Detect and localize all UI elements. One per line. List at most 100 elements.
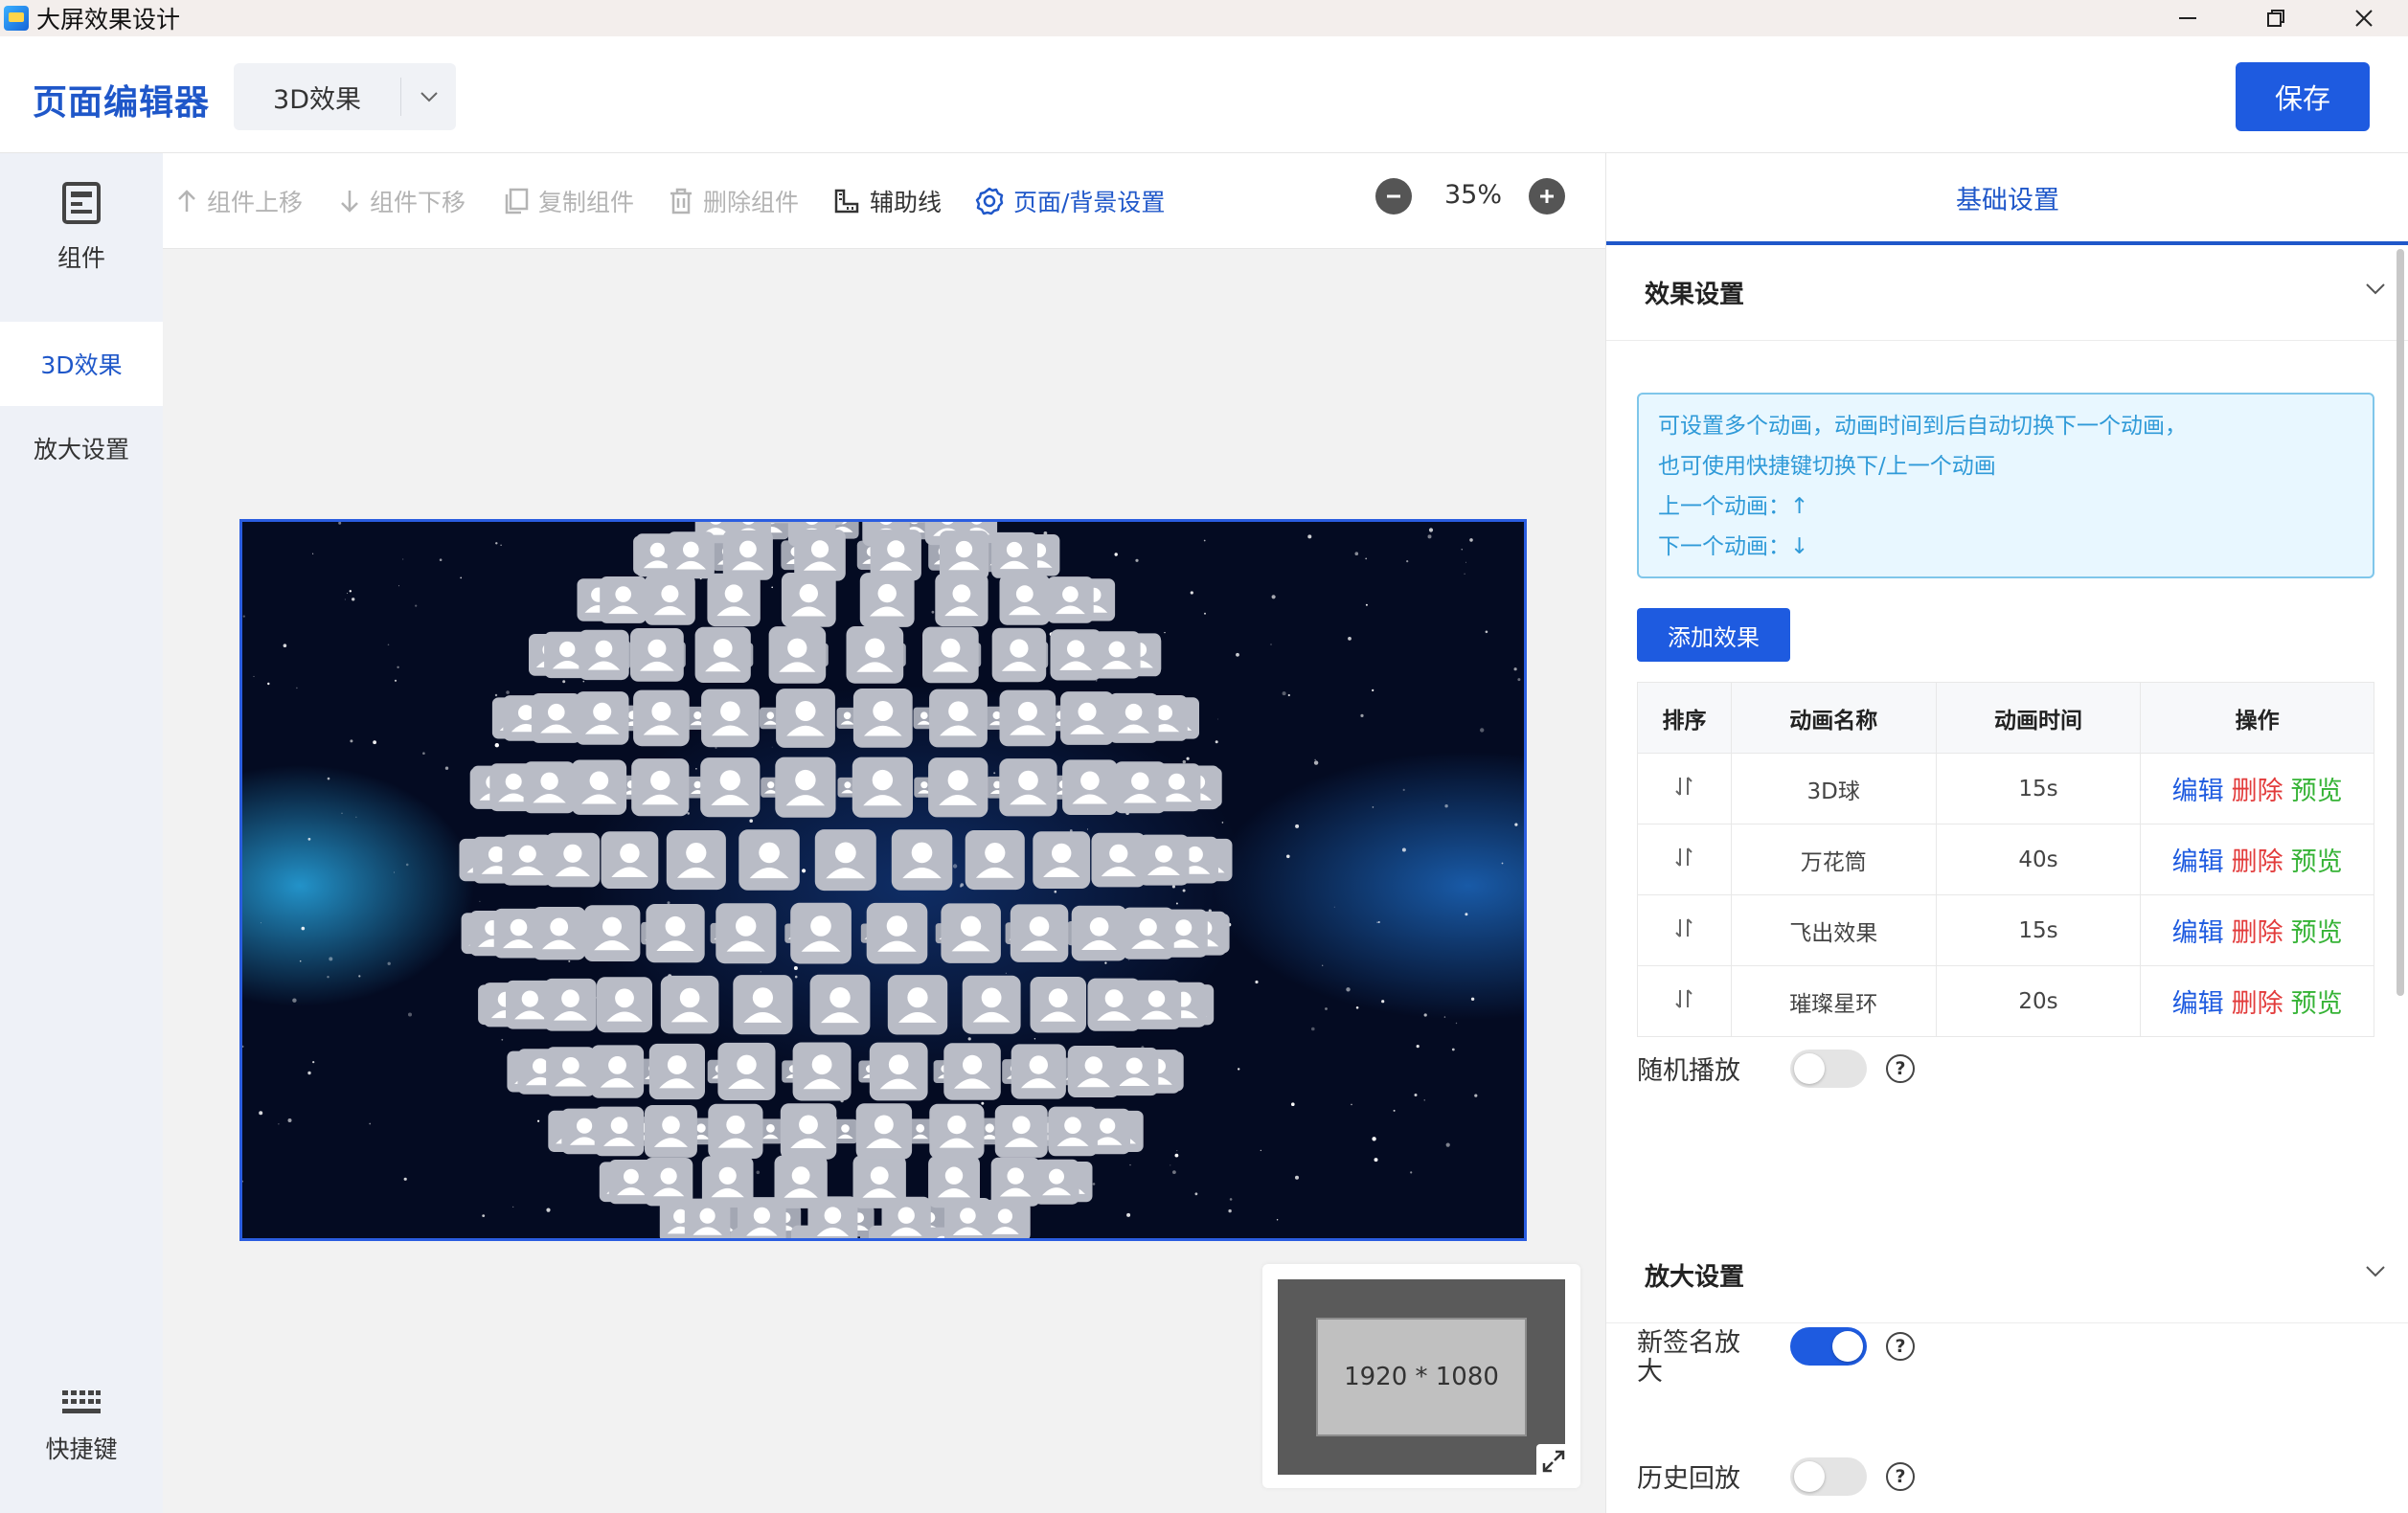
minimize-icon[interactable] [2144, 0, 2232, 36]
avatar-tile [775, 756, 836, 818]
preview-link[interactable]: 预览 [2291, 918, 2343, 948]
minimap[interactable]: 1920 * 1080 [1262, 1264, 1580, 1488]
edit-link[interactable]: 编辑 [2172, 847, 2224, 877]
avatar-tile [869, 1042, 928, 1101]
sort-handle-icon[interactable] [1637, 753, 1732, 824]
history-replay-toggle[interactable] [1790, 1457, 1867, 1496]
delete-link[interactable]: 删除 [2232, 918, 2283, 948]
avatar-tile [590, 1045, 645, 1098]
save-button[interactable]: 保存 [2236, 62, 2370, 131]
tab-basic-settings[interactable]: 基础设置 [1606, 153, 2408, 245]
move-up-label: 组件上移 [207, 189, 304, 216]
guides-button[interactable]: 辅助线 [833, 182, 942, 220]
effect-name: 飞出效果 [1730, 894, 1937, 966]
avatar-tile [790, 902, 852, 964]
edit-link[interactable]: 编辑 [2172, 777, 2224, 806]
random-play-toggle[interactable] [1790, 1050, 1867, 1088]
move-up-button[interactable]: 组件上移 [176, 182, 303, 220]
chevron-down-icon[interactable] [2365, 1264, 2386, 1282]
effect-select-value: 3D效果 [273, 84, 361, 115]
avatar-tile [965, 830, 1025, 891]
add-effect-button[interactable]: 添加效果 [1637, 608, 1790, 662]
effect-select[interactable]: 3D效果 [234, 63, 456, 130]
avatar-tile [633, 689, 690, 747]
preview-link[interactable]: 预览 [2291, 989, 2343, 1019]
app-icon [4, 6, 29, 31]
delete-button[interactable]: 删除组件 [669, 182, 799, 220]
sidebar-item-components[interactable]: 组件 [0, 182, 163, 306]
delete-link[interactable]: 删除 [2232, 777, 2283, 806]
gear-icon [975, 187, 1004, 215]
avatar-tile [1091, 832, 1147, 888]
chevron-down-icon[interactable] [2365, 282, 2386, 300]
avatar-tile [809, 974, 871, 1035]
sort-handle-icon[interactable] [1637, 894, 1732, 966]
copy-button[interactable]: 复制组件 [504, 182, 634, 220]
column-header: 排序 [1637, 682, 1732, 754]
avatar-tile [1010, 904, 1069, 962]
sort-handle-icon[interactable] [1637, 965, 1732, 1037]
panel-scrollbar[interactable] [2397, 249, 2404, 996]
avatar-tile [943, 1043, 1001, 1100]
avatar-tile [546, 1047, 596, 1096]
avatar-tile [631, 758, 690, 817]
close-icon[interactable] [2320, 0, 2408, 36]
plus-icon [1540, 190, 1554, 203]
restore-icon[interactable] [2232, 0, 2320, 36]
effects-table: 排序 动画名称 动画时间 操作 3D球 15s 编辑 删除 预览 万花筒 40s 编… [1637, 682, 2374, 1037]
preview-link[interactable]: 预览 [2291, 847, 2343, 877]
avatar-tile [701, 1156, 754, 1208]
avatar-tile [1122, 907, 1174, 960]
expand-icon[interactable] [1536, 1444, 1571, 1479]
avatar-tile [941, 903, 1001, 963]
avatar-tile [991, 531, 1037, 578]
avatar-tile [523, 761, 576, 814]
avatar-tile [667, 531, 715, 579]
avatar-tile [1067, 1046, 1120, 1097]
tip-line: 下一个动画：↓ [1658, 534, 1809, 559]
effect-settings-header[interactable]: 效果设置 [1606, 245, 2408, 341]
avatar-tile [1114, 761, 1167, 814]
avatar-tile [1138, 834, 1190, 886]
edit-link[interactable]: 编辑 [2172, 989, 2224, 1019]
avatar-tile [601, 831, 659, 889]
avatar-tile [707, 573, 761, 627]
avatar-tile [935, 573, 988, 627]
zoom-out-button[interactable] [1375, 178, 1412, 215]
page-bg-settings-button[interactable]: 页面/背景设置 [975, 182, 1165, 220]
avatar-tile [544, 978, 597, 1031]
move-down-button[interactable]: 组件下移 [339, 182, 466, 220]
preview-stage[interactable] [239, 519, 1527, 1241]
help-icon[interactable]: ? [1886, 1332, 1915, 1361]
avatar-tile [645, 575, 695, 625]
sidebar-item-zoom-settings[interactable]: 放大设置 [0, 406, 163, 490]
avatar-tile [780, 1103, 837, 1160]
delete-link[interactable]: 删除 [2232, 989, 2283, 1019]
preview-link[interactable]: 预览 [2291, 777, 2343, 806]
keyboard-icon [62, 1390, 101, 1413]
avatar-tile [776, 689, 835, 748]
zoom-settings-header[interactable]: 放大设置 [1606, 1228, 2408, 1323]
new-sign-zoom-toggle[interactable] [1790, 1327, 1867, 1366]
column-header: 动画名称 [1730, 682, 1937, 754]
avatar-tile [846, 626, 904, 684]
edit-link[interactable]: 编辑 [2172, 918, 2224, 948]
avatar-tile [994, 1105, 1048, 1158]
chevron-down-icon[interactable] [401, 91, 456, 102]
avatar-tile [533, 907, 586, 960]
help-icon[interactable]: ? [1886, 1054, 1915, 1083]
sidebar-item-shortcuts[interactable]: 快捷键 [0, 1389, 163, 1494]
delete-link[interactable]: 删除 [2232, 847, 2283, 877]
column-header: 操作 [2140, 682, 2374, 754]
help-icon[interactable]: ? [1886, 1462, 1915, 1491]
sort-handle-icon[interactable] [1637, 824, 1732, 895]
trash-icon [670, 188, 692, 215]
sidebar-item-3d-effect[interactable]: 3D效果 [0, 322, 163, 406]
tip-line: 也可使用快捷键切换下/上一个动画 [1658, 454, 1996, 479]
zoom-in-button[interactable] [1529, 178, 1565, 215]
avatar-tile [531, 693, 581, 743]
column-header: 动画时间 [1935, 682, 2142, 754]
minimap-label: 1920 * 1080 [1316, 1318, 1527, 1436]
avatar-tile [579, 629, 629, 681]
avatar-tile [814, 829, 876, 892]
